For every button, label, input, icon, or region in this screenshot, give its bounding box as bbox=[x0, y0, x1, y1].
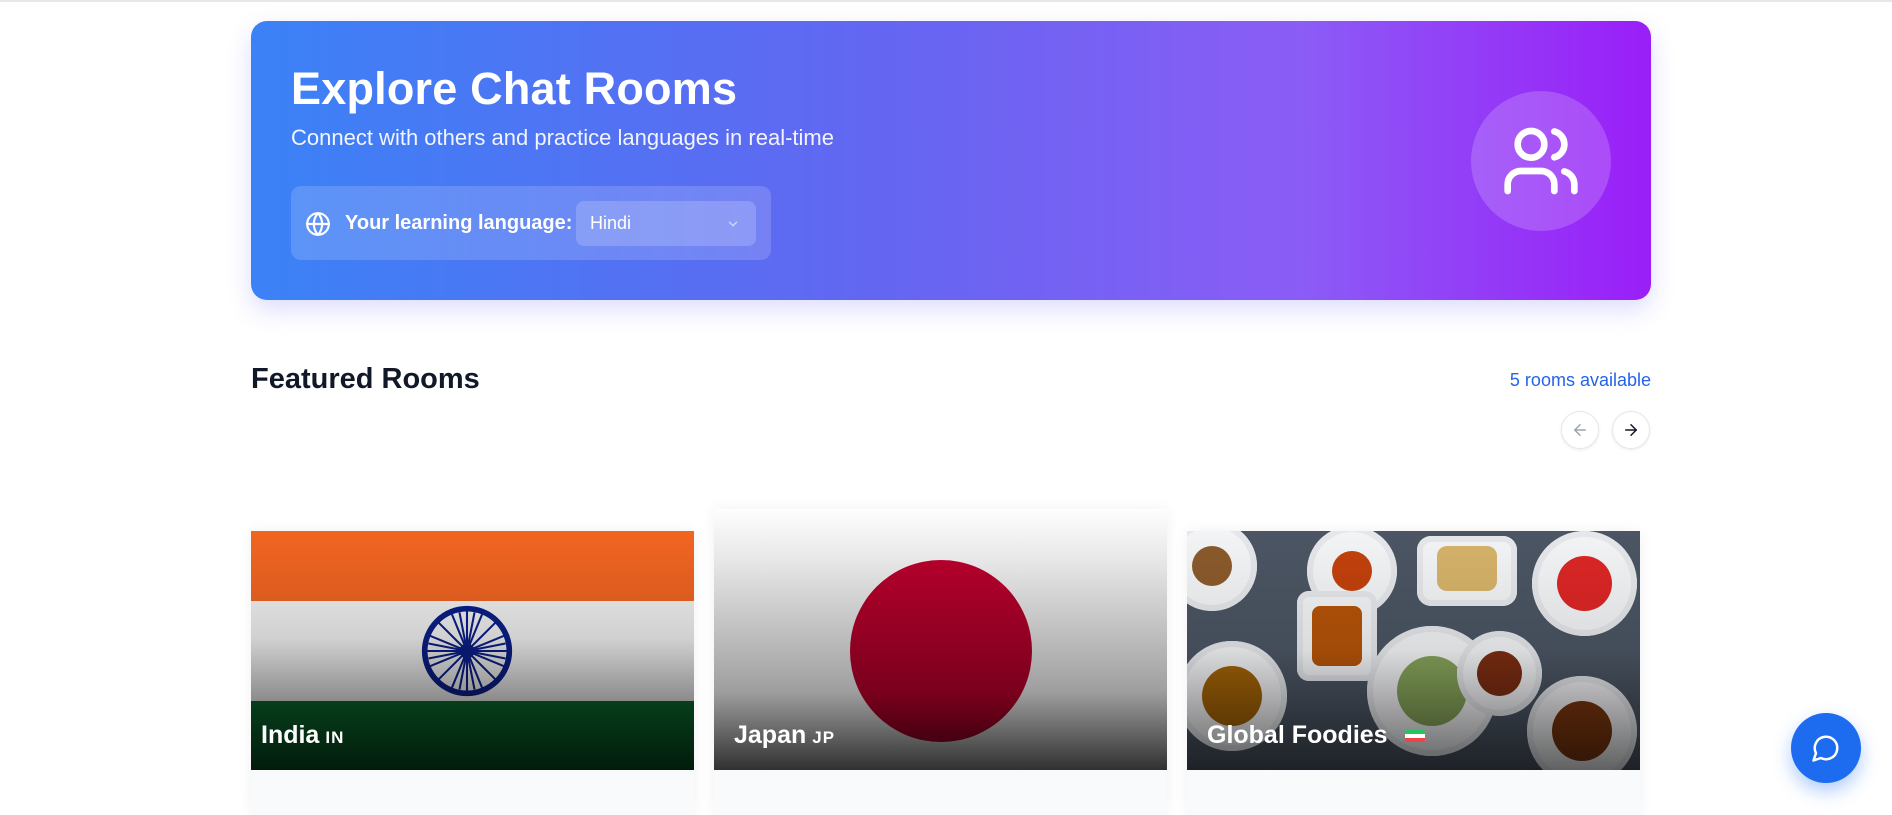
learning-language-panel: Your learning language: Hindi bbox=[291, 186, 771, 260]
arrow-left-icon bbox=[1574, 424, 1586, 436]
room-title: Global Foodies bbox=[1207, 721, 1425, 750]
learning-language-select[interactable]: Hindi bbox=[576, 201, 756, 246]
users-icon bbox=[1504, 127, 1578, 195]
room-card-japan[interactable]: Japan JP bbox=[714, 509, 1167, 815]
arrow-right-icon bbox=[1625, 424, 1637, 436]
message-circle-icon bbox=[1812, 735, 1839, 762]
page-subtitle: Connect with others and practice languag… bbox=[291, 125, 834, 150]
room-card-global-foodies[interactable]: Global Foodies bbox=[1187, 531, 1640, 815]
learning-language-value: Hindi bbox=[590, 213, 632, 233]
room-country-code: JP bbox=[812, 728, 836, 747]
section-title: Featured Rooms bbox=[251, 363, 480, 395]
room-card-footer bbox=[1187, 770, 1640, 815]
room-name: Japan bbox=[734, 721, 807, 749]
room-card-footer bbox=[251, 770, 694, 815]
room-card-footer bbox=[714, 770, 1167, 815]
room-title: Japan JP bbox=[734, 721, 835, 750]
room-name: India bbox=[261, 721, 320, 749]
globe-icon bbox=[306, 212, 330, 236]
globe-flag-icon bbox=[1404, 730, 1425, 743]
japan-flag-image: Japan JP bbox=[714, 509, 1167, 770]
chevron-down-icon bbox=[728, 221, 738, 227]
rooms-count: 5 rooms available bbox=[1509, 370, 1651, 390]
top-divider bbox=[0, 0, 1892, 2]
carousel-next-button[interactable] bbox=[1612, 411, 1650, 449]
india-flag-image: India IN bbox=[251, 531, 694, 770]
room-card-india[interactable]: India IN bbox=[251, 531, 694, 815]
learning-language-label: Your learning language: bbox=[345, 212, 573, 234]
hero-icon-badge bbox=[1471, 91, 1611, 231]
chat-button[interactable] bbox=[1791, 713, 1861, 783]
carousel-prev-button[interactable] bbox=[1561, 411, 1599, 449]
room-country-code: IN bbox=[325, 728, 345, 747]
food-photo-image: Global Foodies bbox=[1187, 531, 1640, 770]
page-title: Explore Chat Rooms bbox=[291, 63, 738, 114]
hero-banner: Explore Chat Rooms Connect with others a… bbox=[251, 21, 1651, 300]
room-title: India IN bbox=[261, 721, 344, 750]
room-name: Global Foodies bbox=[1207, 721, 1388, 749]
